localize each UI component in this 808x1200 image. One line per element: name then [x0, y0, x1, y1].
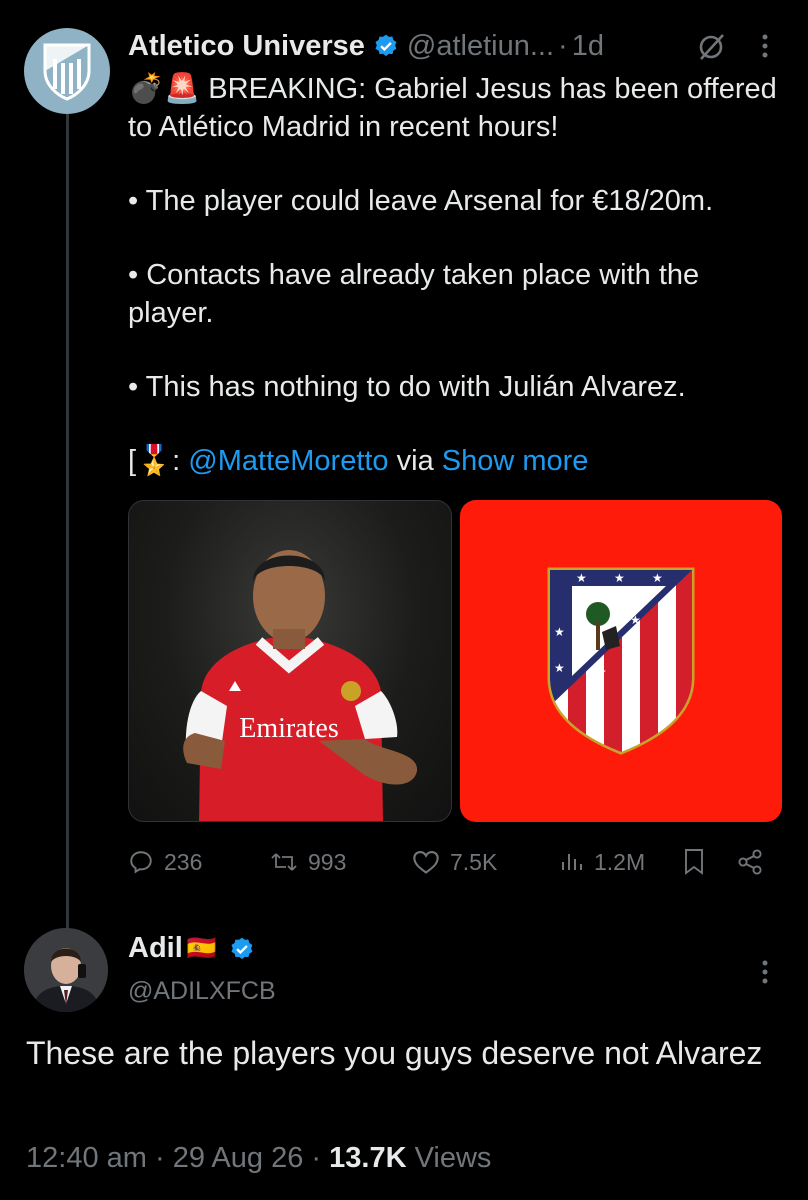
author-handle[interactable]: @atletiun...	[407, 30, 554, 63]
shirt-sponsor: Emirates	[239, 713, 339, 744]
reply-header: Adil 🇪🇸 @ADILXFCB	[128, 932, 276, 1006]
repost-count: 993	[308, 848, 347, 875]
verified-icon	[229, 936, 255, 962]
original-tweet[interactable]: Atletico Universe @atletiun... · 1d 💣🚨 B…	[128, 26, 788, 480]
spain-flag-icon: 🇪🇸	[186, 935, 217, 962]
more-icon[interactable]	[760, 32, 770, 65]
share-button[interactable]	[736, 848, 764, 876]
author-name[interactable]: Atletico Universe	[128, 30, 365, 63]
bookmark-button[interactable]	[682, 848, 736, 876]
like-button[interactable]: 7.5K	[412, 849, 560, 876]
reply-author-handle[interactable]: @ADILXFCB	[128, 977, 276, 1006]
svg-text:★: ★	[630, 613, 641, 627]
tweet-text: 💣🚨 BREAKING: Gabriel Jesus has been offe…	[128, 70, 788, 480]
bullet-1: • The player could leave Arsenal for €18…	[128, 185, 714, 217]
share-icon	[738, 849, 762, 875]
svg-text:★: ★	[554, 625, 565, 639]
separator-dot: ·	[558, 29, 568, 62]
thread-line	[66, 112, 69, 930]
views-icon	[562, 854, 582, 870]
reply-time[interactable]: 12:40 am	[26, 1142, 147, 1174]
tweet-time[interactable]: 1d	[572, 30, 604, 63]
svg-text:★: ★	[614, 571, 625, 585]
repost-icon	[271, 853, 297, 871]
like-icon	[413, 851, 439, 874]
player-photo[interactable]: Emirates	[128, 500, 452, 822]
tweet-media: Emirates ★ ★ ★ ★ ★ ★ ★	[128, 500, 782, 822]
reply-icon	[130, 851, 152, 874]
atletico-crest-image[interactable]: ★ ★ ★ ★ ★ ★ ★	[460, 500, 782, 822]
reply-text: These are the players you guys deserve n…	[26, 1035, 763, 1071]
source-via: via	[388, 445, 442, 477]
reply-button[interactable]: 236	[128, 849, 270, 876]
bookmark-icon	[685, 849, 703, 875]
reply-author-name[interactable]: Adil	[128, 932, 183, 965]
show-more-link[interactable]: Show more	[442, 445, 589, 477]
like-count: 7.5K	[450, 848, 498, 875]
atletico-logo-icon	[43, 43, 91, 101]
tweet-line1: BREAKING: Gabriel Jesus has been offered…	[128, 73, 777, 143]
source-prefix: [🎖️:	[128, 445, 189, 477]
reply-avatar[interactable]	[24, 928, 108, 1012]
grok-icon[interactable]	[696, 32, 726, 67]
emoji-prefix: 💣🚨	[128, 73, 201, 105]
tweet-header: Atletico Universe @atletiun... · 1d	[128, 26, 788, 66]
views-count: 1.2M	[594, 848, 646, 875]
atletico-crest-icon: ★ ★ ★ ★ ★ ★ ★	[547, 567, 695, 755]
bullet-3: • This has nothing to do with Julián Alv…	[128, 371, 686, 403]
svg-text:★: ★	[652, 571, 663, 585]
verified-icon	[373, 33, 399, 59]
repost-button[interactable]: 993	[270, 849, 412, 876]
svg-text:★: ★	[596, 665, 607, 679]
author-avatar[interactable]	[24, 28, 110, 114]
tweet-actions: 236 993 7.5K 1.2M	[128, 840, 788, 884]
svg-text:★: ★	[576, 571, 587, 585]
reply-views-label: Views	[414, 1142, 492, 1174]
svg-text:★: ★	[554, 661, 565, 675]
player-illustration: Emirates	[183, 550, 418, 821]
views-button[interactable]: 1.2M	[560, 849, 682, 876]
reply-date[interactable]: 29 Aug 26	[173, 1142, 304, 1174]
reply-avatar-illustration	[24, 928, 108, 1012]
reply-more-icon[interactable]	[760, 958, 770, 991]
source-mention-link[interactable]: @MatteMoretto	[188, 445, 388, 477]
reply-meta: 12:40 am · 29 Aug 26 · 13.7K Views	[26, 1142, 492, 1174]
bullet-2: • Contacts have already taken place with…	[128, 259, 700, 329]
reply-views-count: 13.7K	[329, 1142, 407, 1174]
reply-count: 236	[164, 848, 203, 875]
